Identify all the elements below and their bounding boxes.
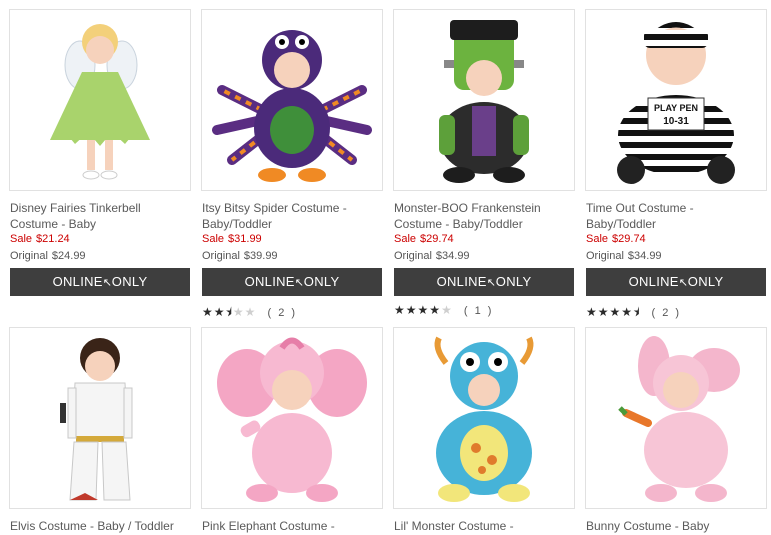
review-count: ( 2 ) bbox=[267, 307, 298, 319]
star-icon: ★ bbox=[609, 305, 622, 319]
sale-price: $29.74 bbox=[420, 233, 454, 245]
star-icon: ★ bbox=[244, 305, 257, 319]
rating-row[interactable]: ★★★★⯨ ( 2 ) bbox=[586, 303, 682, 319]
review-count: ( 1 ) bbox=[463, 305, 494, 317]
product-title[interactable]: Time Out Costume - Baby/Toddler bbox=[586, 200, 764, 232]
original-price: $34.99 bbox=[435, 250, 470, 262]
star-icon: ★ bbox=[405, 303, 418, 317]
star-icon: ★ bbox=[429, 303, 442, 317]
online-only-badge[interactable]: ONLINE↖ONLY bbox=[586, 268, 766, 296]
product-title[interactable]: Disney Fairies Tinkerbell Costume - Baby bbox=[10, 200, 188, 232]
product-image-elvis[interactable] bbox=[9, 327, 191, 509]
product-title[interactable]: Pink Elephant Costume - bbox=[202, 518, 380, 534]
star-icon: ⯨ bbox=[225, 305, 233, 319]
original-price: $39.99 bbox=[243, 250, 278, 262]
sale-price-row: Sale $29.74 bbox=[394, 233, 454, 245]
original-price-row: Original $34.99 bbox=[394, 250, 470, 262]
original-price-row: Original $34.99 bbox=[586, 250, 662, 262]
rating-row[interactable]: ★★⯨★★ ( 2 ) bbox=[202, 303, 298, 319]
product-title[interactable]: Monster-BOO Frankenstein Costume - Baby/… bbox=[394, 200, 572, 232]
star-rating: ★★★★⯨ bbox=[586, 303, 640, 324]
star-icon: ★ bbox=[394, 303, 406, 317]
online-only-badge[interactable]: ONLINE↖ONLY bbox=[202, 268, 382, 296]
original-label: Original bbox=[10, 250, 48, 262]
star-rating: ★★★★★ bbox=[394, 303, 453, 317]
review-count: ( 2 ) bbox=[651, 307, 682, 319]
star-icon: ⯨ bbox=[633, 305, 641, 319]
stamp-line-2: 10-31 bbox=[663, 116, 689, 127]
cursor-icon: ↖ bbox=[294, 277, 305, 289]
sale-price: $31.99 bbox=[228, 233, 262, 245]
star-icon: ★ bbox=[232, 305, 245, 319]
star-icon: ★ bbox=[621, 305, 634, 319]
sale-label: Sale bbox=[10, 233, 33, 245]
sale-price: $29.74 bbox=[612, 233, 646, 245]
product-image-tinkerbell[interactable] bbox=[9, 9, 191, 191]
original-price-row: Original $24.99 bbox=[10, 250, 86, 262]
product-image-pink-elephant[interactable] bbox=[201, 327, 383, 509]
product-image-bunny[interactable] bbox=[585, 327, 767, 509]
product-image-lil-monster[interactable] bbox=[393, 327, 575, 509]
product-title[interactable]: Itsy Bitsy Spider Costume - Baby/Toddler bbox=[202, 200, 380, 232]
original-price-row: Original $39.99 bbox=[202, 250, 278, 262]
rating-row[interactable]: ★★★★★ ( 1 ) bbox=[394, 303, 493, 317]
star-icon: ★ bbox=[213, 305, 226, 319]
product-image-spider[interactable] bbox=[201, 9, 383, 191]
sale-price-row: Sale $29.74 bbox=[586, 233, 646, 245]
sale-price-row: Sale $21.24 bbox=[10, 233, 70, 245]
sale-price: $21.24 bbox=[36, 233, 70, 245]
star-icon: ★ bbox=[586, 305, 598, 319]
original-price: $34.99 bbox=[627, 250, 662, 262]
online-only-badge[interactable]: ONLINE↖ONLY bbox=[394, 268, 574, 296]
star-rating: ★★⯨★★ bbox=[202, 303, 256, 324]
star-icon: ★ bbox=[441, 303, 453, 317]
original-price: $24.99 bbox=[51, 250, 86, 262]
star-icon: ★ bbox=[417, 303, 430, 317]
star-icon: ★ bbox=[597, 305, 610, 319]
stamp-line-1: PLAY PEN bbox=[654, 103, 698, 113]
product-title[interactable]: Elvis Costume - Baby / Toddler bbox=[10, 518, 188, 534]
sale-price-row: Sale $31.99 bbox=[202, 233, 262, 245]
cursor-icon: ↖ bbox=[486, 277, 497, 289]
product-image-frankenstein[interactable] bbox=[393, 9, 575, 191]
star-icon: ★ bbox=[202, 305, 214, 319]
online-only-badge[interactable]: ONLINE↖ONLY bbox=[10, 268, 190, 296]
product-title[interactable]: Bunny Costume - Baby bbox=[586, 518, 764, 534]
cursor-icon: ↖ bbox=[102, 277, 113, 289]
cursor-icon: ↖ bbox=[678, 277, 689, 289]
product-title[interactable]: Lil' Monster Costume - bbox=[394, 518, 572, 534]
product-image-time-out[interactable]: PLAY PEN 10-31 bbox=[585, 9, 767, 191]
